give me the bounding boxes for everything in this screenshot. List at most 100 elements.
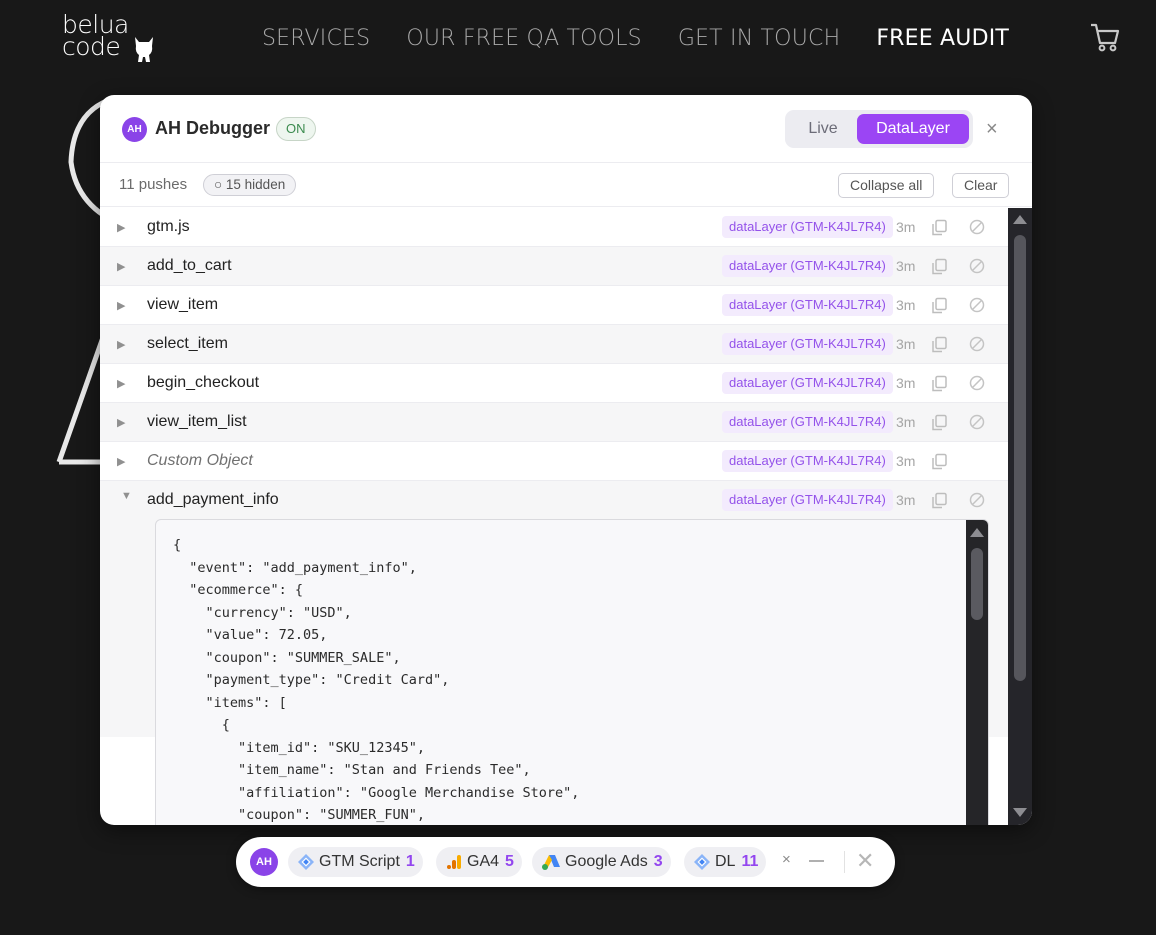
debugger-avatar: AH — [122, 117, 147, 142]
expand-arrow-icon[interactable]: ▶ — [117, 299, 125, 312]
site-header: belua code SERVICES OUR FREE QA TOOLS GE… — [0, 0, 1156, 80]
source-tag: dataLayer (GTM-K4JL7R4) — [722, 372, 893, 394]
copy-icon[interactable] — [931, 297, 948, 314]
push-age: 3m — [896, 258, 916, 274]
push-name: view_item_list — [147, 413, 247, 430]
debugger-title: AH Debugger — [155, 118, 271, 138]
list-item[interactable]: ▶ view_item dataLayer (GTM-K4JL7R4) 3m — [100, 286, 1008, 325]
block-icon[interactable] — [969, 375, 985, 391]
list-item[interactable]: ▶ view_item_list dataLayer (GTM-K4JL7R4)… — [100, 403, 1008, 442]
bulldog-icon — [135, 37, 153, 62]
source-tag: dataLayer (GTM-K4JL7R4) — [722, 489, 893, 511]
list-scroll-thumb[interactable] — [1014, 235, 1026, 681]
collapse-arrow-icon[interactable]: ▼ — [121, 490, 132, 502]
list-scrollbar[interactable] — [1008, 208, 1032, 825]
chip-label: DL — [715, 853, 736, 870]
chip-label: GTM Script — [319, 853, 400, 870]
tag-summary-bar: AH GTM Script 1 GA4 5 Google Ads 3 DL 11… — [236, 837, 895, 887]
nav-free-audit[interactable]: FREE AUDIT — [876, 26, 1009, 51]
list-item[interactable]: ▶ select_item dataLayer (GTM-K4JL7R4) 3m — [100, 325, 1008, 364]
mode-toggle: Live DataLayer — [785, 110, 973, 148]
copy-icon[interactable] — [931, 492, 948, 509]
expand-arrow-icon[interactable]: ▶ — [117, 455, 125, 468]
json-scroll-thumb[interactable] — [971, 548, 983, 620]
expanded-push: ▼ add_payment_info dataLayer (GTM-K4JL7R… — [100, 481, 1008, 825]
copy-icon[interactable] — [931, 336, 948, 353]
expand-arrow-icon[interactable]: ▶ — [117, 377, 125, 390]
copy-icon[interactable] — [931, 453, 948, 470]
google-ads-icon — [542, 855, 560, 870]
nav-get-in-touch[interactable]: GET IN TOUCH — [678, 26, 840, 51]
source-tag: dataLayer (GTM-K4JL7R4) — [722, 411, 893, 433]
push-age: 3m — [896, 414, 916, 430]
source-tag: dataLayer (GTM-K4JL7R4) — [722, 450, 893, 472]
dismiss-icon[interactable]: × — [782, 851, 791, 868]
chip-label: GA4 — [467, 853, 500, 870]
copy-icon[interactable] — [931, 375, 948, 392]
debugger-toolbar: 11 pushes ○ 15 hidden Collapse all Clear — [100, 163, 1032, 207]
datalayer-icon — [694, 854, 710, 870]
block-icon[interactable] — [969, 414, 985, 430]
clear-button[interactable]: Clear — [952, 173, 1010, 198]
tab-live[interactable]: Live — [789, 114, 857, 144]
chip-gtm-script[interactable]: GTM Script 1 — [288, 847, 423, 877]
ah-debugger-panel: AH AH Debugger ON Live DataLayer × 11 pu… — [100, 95, 1032, 825]
list-item[interactable]: ▶ begin_checkout dataLayer (GTM-K4JL7R4)… — [100, 364, 1008, 403]
hidden-count-pill[interactable]: ○ 15 hidden — [203, 174, 297, 196]
expand-arrow-icon[interactable]: ▶ — [117, 338, 125, 351]
block-icon[interactable] — [969, 297, 985, 313]
list-item[interactable]: ▶ Custom Object dataLayer (GTM-K4JL7R4) … — [100, 442, 1008, 481]
source-tag: dataLayer (GTM-K4JL7R4) — [722, 294, 893, 316]
expanded-push-header[interactable]: ▼ add_payment_info dataLayer (GTM-K4JL7R… — [100, 481, 1008, 520]
push-age: 3m — [896, 453, 916, 469]
collapse-all-button[interactable]: Collapse all — [838, 173, 935, 198]
belua-code-logo[interactable]: belua code — [62, 12, 158, 64]
copy-icon[interactable] — [931, 219, 948, 236]
json-viewer[interactable]: { "event": "add_payment_info", "ecommerc… — [155, 519, 989, 825]
json-content: { "event": "add_payment_info", "ecommerc… — [173, 537, 580, 823]
debugger-header: AH AH Debugger ON Live DataLayer × — [100, 95, 1032, 163]
push-age: 3m — [896, 336, 916, 352]
block-icon[interactable] — [969, 219, 985, 235]
push-list: ▶ gtm.js dataLayer (GTM-K4JL7R4) 3m ▶ ad… — [100, 208, 1008, 825]
nav-services[interactable]: SERVICES — [262, 26, 370, 51]
gtm-icon — [298, 854, 314, 870]
chip-count: 11 — [741, 853, 759, 870]
status-badge[interactable]: ON — [276, 117, 316, 141]
list-item[interactable]: ▶ add_to_cart dataLayer (GTM-K4JL7R4) 3m — [100, 247, 1008, 286]
push-name: view_item — [147, 296, 219, 313]
tab-datalayer[interactable]: DataLayer — [857, 114, 969, 144]
chip-google-ads[interactable]: Google Ads 3 — [532, 847, 671, 877]
summary-avatar[interactable]: AH — [250, 848, 278, 876]
expand-arrow-icon[interactable]: ▶ — [117, 416, 125, 429]
ga4-icon — [447, 855, 461, 869]
json-scrollbar[interactable] — [966, 520, 988, 825]
chip-ga4[interactable]: GA4 5 — [436, 847, 522, 877]
copy-icon[interactable] — [931, 414, 948, 431]
divider — [844, 851, 845, 873]
minimize-icon[interactable] — [809, 860, 824, 862]
main-nav: SERVICES OUR FREE QA TOOLS GET IN TOUCH … — [262, 26, 1009, 51]
push-name: begin_checkout — [147, 374, 260, 391]
nav-free-qa-tools[interactable]: OUR FREE QA TOOLS — [406, 26, 642, 51]
push-age: 3m — [896, 375, 916, 391]
chip-datalayer[interactable]: DL 11 — [684, 847, 767, 877]
push-name: gtm.js — [147, 218, 190, 235]
copy-icon[interactable] — [931, 258, 948, 275]
chip-count: 5 — [505, 853, 514, 870]
push-name: Custom Object — [147, 452, 253, 469]
source-tag: dataLayer (GTM-K4JL7R4) — [722, 216, 893, 238]
pushes-count: 11 pushes — [119, 176, 188, 193]
push-age: 3m — [896, 297, 916, 313]
block-icon[interactable] — [969, 258, 985, 274]
block-icon[interactable] — [969, 336, 985, 352]
close-icon[interactable]: × — [986, 117, 998, 141]
expand-arrow-icon[interactable]: ▶ — [117, 221, 125, 234]
list-item[interactable]: ▶ gtm.js dataLayer (GTM-K4JL7R4) 3m — [100, 208, 1008, 247]
chip-label: Google Ads — [565, 853, 648, 870]
block-icon[interactable] — [969, 492, 985, 508]
push-age: 3m — [896, 219, 916, 235]
cart-icon[interactable] — [1088, 20, 1122, 54]
close-bar-icon[interactable]: ✕ — [856, 848, 874, 874]
expand-arrow-icon[interactable]: ▶ — [117, 260, 125, 273]
